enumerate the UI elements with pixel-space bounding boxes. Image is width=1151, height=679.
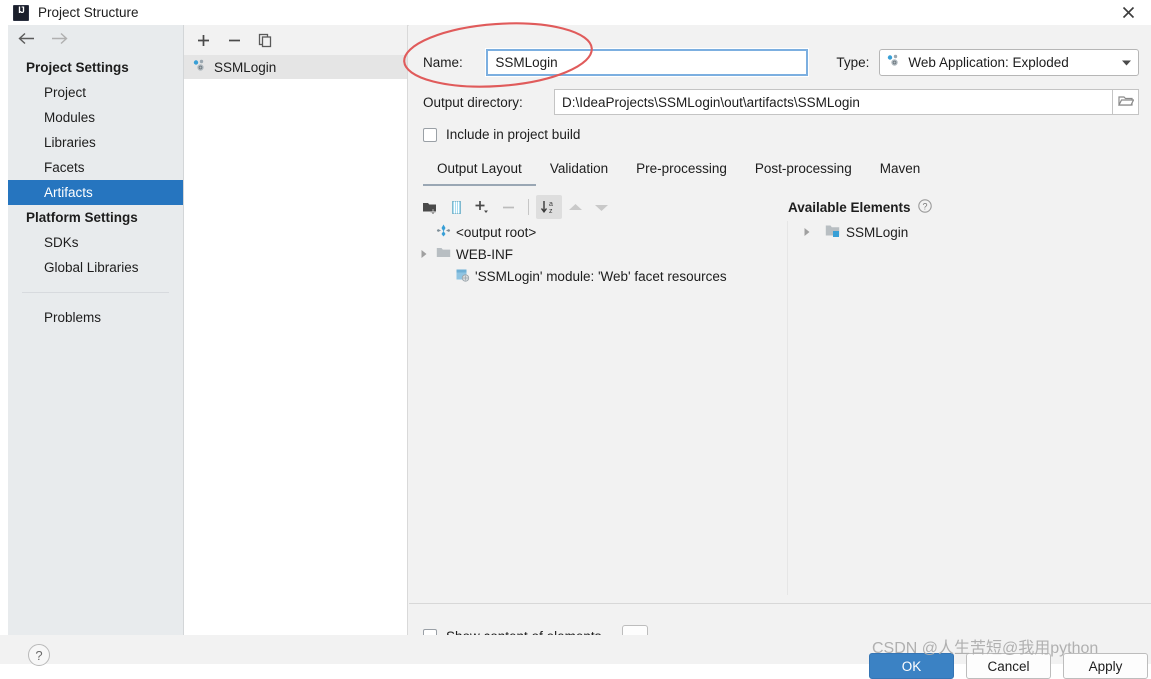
minus-icon: [495, 195, 521, 219]
help-button[interactable]: ?: [28, 644, 50, 666]
sidebar-item-sdks[interactable]: SDKs: [8, 230, 183, 255]
archive-icon[interactable]: [443, 195, 469, 219]
close-icon: [1122, 6, 1135, 19]
folder-open-icon: [1117, 94, 1134, 110]
checkbox-box: [423, 127, 437, 142]
include-in-project-build-checkbox[interactable]: Include in project build: [423, 127, 580, 142]
output-layout-tree: <output root> WEB-INF 'SSMLogin' module:…: [409, 221, 788, 595]
artifacts-list: SSMLogin: [184, 55, 407, 79]
sort-az-icon[interactable]: a z: [536, 195, 562, 219]
svg-text:a: a: [549, 201, 553, 208]
artifact-list-item-ssmlogin[interactable]: SSMLogin: [184, 55, 407, 79]
tab-validation[interactable]: Validation: [536, 158, 622, 186]
cancel-button[interactable]: Cancel: [966, 653, 1051, 679]
folder-add-icon[interactable]: [417, 195, 443, 219]
web-application-icon: [886, 53, 901, 71]
plus-dropdown-icon[interactable]: [469, 195, 495, 219]
window-left-edge: [0, 25, 8, 635]
sidebar-item-facets[interactable]: Facets: [8, 155, 183, 180]
facet-resources-icon: [455, 268, 470, 285]
add-artifact-button[interactable]: [196, 33, 211, 48]
settings-sidebar: Project Settings Project Modules Librari…: [8, 25, 184, 635]
arrow-right-icon[interactable]: [50, 32, 69, 48]
tree-row[interactable]: SSMLogin: [788, 221, 1151, 243]
tab-pre-processing[interactable]: Pre-processing: [622, 158, 741, 186]
browse-output-directory-button[interactable]: [1113, 89, 1139, 115]
tree-row[interactable]: 'SSMLogin' module: 'Web' facet resources: [409, 265, 787, 287]
name-input[interactable]: [485, 47, 810, 77]
svg-text:?: ?: [922, 201, 927, 211]
tab-post-processing[interactable]: Post-processing: [741, 158, 866, 186]
sidebar-navigation: [8, 25, 183, 55]
output-directory-row: Output directory: D:\IdeaProjects\SSMLog…: [423, 88, 1139, 116]
available-elements-tree: SSMLogin: [788, 221, 1151, 595]
artifacts-list-panel: SSMLogin: [184, 25, 408, 635]
sidebar-divider: [22, 292, 169, 293]
tab-output-layout[interactable]: Output Layout: [423, 158, 536, 186]
tree-label: WEB-INF: [456, 246, 513, 262]
detail-tabs: Output Layout Validation Pre-processing …: [423, 158, 1139, 188]
arrow-up-icon: [562, 195, 588, 219]
sidebar-item-modules[interactable]: Modules: [8, 105, 183, 130]
tree-label: <output root>: [456, 224, 537, 240]
output-directory-input[interactable]: D:\IdeaProjects\SSMLogin\out\artifacts\S…: [554, 89, 1113, 115]
tree-row[interactable]: WEB-INF: [409, 243, 787, 265]
folder-icon: [436, 246, 451, 262]
sidebar-item-artifacts[interactable]: Artifacts: [8, 180, 183, 205]
sidebar-item-problems[interactable]: Problems: [8, 305, 183, 330]
detail-bottom-divider: [409, 603, 1151, 604]
tree-label: 'SSMLogin' module: 'Web' facet resources: [475, 268, 727, 284]
artifact-type-dropdown[interactable]: Web Application: Exploded: [879, 48, 1139, 76]
output-layout-toolbar: a z: [417, 193, 787, 221]
artifacts-toolbar: [184, 25, 407, 55]
include-in-project-build-label: Include in project build: [446, 127, 581, 142]
sidebar-group-platform-settings: Platform Settings: [26, 210, 138, 225]
copy-artifact-button[interactable]: [258, 33, 273, 48]
arrow-left-icon[interactable]: [17, 32, 36, 48]
intellij-idea-icon: [13, 4, 29, 21]
window-title: Project Structure: [38, 5, 139, 20]
tree-twisty-collapsed-icon[interactable]: [417, 249, 431, 259]
name-row: Name: Type: Web Application: Exploded: [423, 47, 1139, 77]
type-label: Type:: [836, 54, 870, 70]
sidebar-item-project[interactable]: Project: [8, 80, 183, 105]
chevron-down-icon: [1121, 55, 1132, 70]
ok-button[interactable]: OK: [869, 653, 954, 679]
toolbar-divider: [528, 199, 529, 215]
module-icon: [825, 224, 841, 241]
artifact-type-value: Web Application: Exploded: [908, 54, 1069, 70]
arrow-down-icon: [588, 195, 614, 219]
artifact-name-label: SSMLogin: [214, 59, 277, 75]
available-elements-label: Available Elements: [788, 199, 911, 215]
sidebar-item-libraries[interactable]: Libraries: [8, 130, 183, 155]
apply-button[interactable]: Apply: [1063, 653, 1148, 679]
title-bar: Project Structure: [0, 0, 1151, 26]
output-directory-label: Output directory:: [423, 94, 523, 110]
tree-label: SSMLogin: [846, 224, 909, 240]
tree-row[interactable]: <output root>: [409, 221, 787, 243]
output-root-icon: [436, 223, 451, 241]
artifact-detail-pane: Name: Type: Web Application: Exploded: [409, 25, 1151, 647]
tree-twisty-collapsed-icon[interactable]: [800, 227, 814, 237]
close-button[interactable]: [1105, 0, 1151, 25]
help-circle-icon[interactable]: ?: [917, 198, 932, 216]
tab-maven[interactable]: Maven: [866, 158, 935, 186]
project-structure-dialog: Project Structure Project Settings Proje…: [0, 0, 1151, 679]
available-elements-header: Available Elements ?: [788, 193, 932, 221]
sidebar-item-global-libraries[interactable]: Global Libraries: [8, 255, 183, 280]
svg-text:z: z: [549, 208, 553, 215]
name-label: Name:: [423, 54, 463, 70]
sidebar-group-project-settings: Project Settings: [26, 60, 129, 75]
remove-artifact-button[interactable]: [227, 33, 242, 48]
web-application-icon: [192, 58, 207, 76]
